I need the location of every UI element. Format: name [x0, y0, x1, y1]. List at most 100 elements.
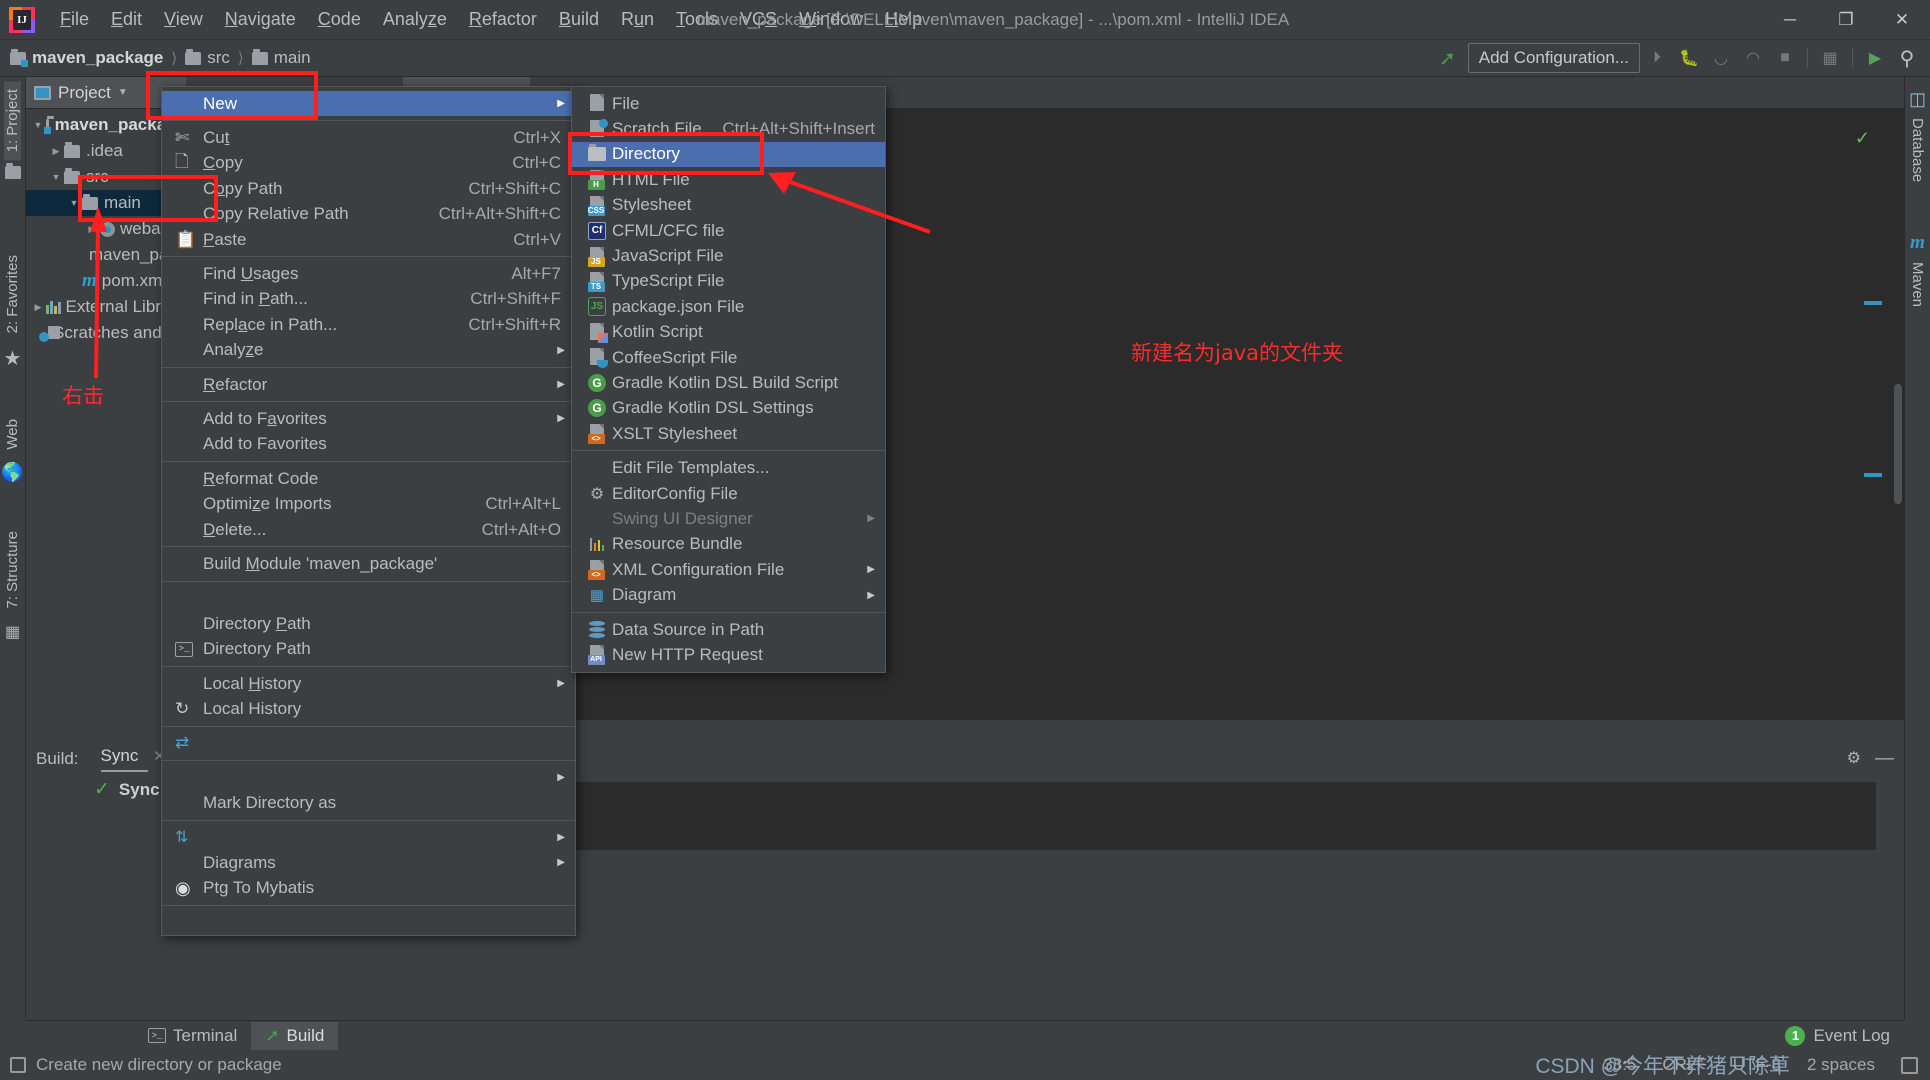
menu-item-find-usages[interactable]: Find Usages Alt+F7: [162, 261, 575, 286]
menu-code[interactable]: Code: [307, 7, 372, 32]
submenu-item-gradle-kotlin-dsl-settings[interactable]: G Gradle Kotlin DSL Settings: [572, 396, 885, 421]
breadcrumb-item-module[interactable]: maven_package: [10, 48, 163, 68]
tab-build[interactable]: ➚ Build: [251, 1021, 339, 1050]
menu-item-create-gist[interactable]: ◉ Ptg To Mybatis: [162, 876, 575, 901]
collapse-arrow-icon[interactable]: ▶: [84, 224, 100, 235]
menu-analyze[interactable]: Analyze: [372, 7, 458, 32]
sidebar-item-database[interactable]: Database: [1909, 110, 1926, 190]
menu-build[interactable]: Build: [548, 7, 610, 32]
menu-item-copy-relative-path[interactable]: Copy Relative Path Ctrl+Alt+Shift+C: [162, 202, 575, 227]
menu-item-paste[interactable]: 📋 Paste Ctrl+V: [162, 227, 575, 252]
gear-icon[interactable]: ⚙: [1847, 748, 1861, 770]
indent-setting[interactable]: 2 spaces: [1807, 1055, 1875, 1075]
expand-arrow-icon[interactable]: ▼: [48, 172, 64, 182]
sidebar-item-favorites[interactable]: 2: Favorites: [4, 247, 21, 341]
search-everywhere-icon[interactable]: ⚲: [1892, 44, 1922, 72]
submenu-item-cfml-cfc-file[interactable]: Cf CFML/CFC file: [572, 218, 885, 243]
chevron-down-icon[interactable]: ▼: [118, 87, 128, 98]
build-hammer-icon[interactable]: ➚: [1429, 46, 1466, 71]
expand-arrow-icon[interactable]: ▼: [66, 198, 82, 208]
stop-icon[interactable]: ■: [1770, 44, 1800, 72]
menu-item-cut[interactable]: ✄ Cut Ctrl+X: [162, 125, 575, 150]
menu-view[interactable]: View: [153, 7, 214, 32]
write-mode-icon[interactable]: [1901, 1056, 1918, 1074]
submenu-item-file[interactable]: File: [572, 91, 885, 116]
run-anything-icon[interactable]: ▶: [1860, 44, 1890, 72]
add-configuration-button[interactable]: Add Configuration...: [1467, 43, 1640, 73]
sidebar-item-structure[interactable]: 7: Structure: [4, 523, 21, 617]
submenu-item-gradle-kotlin-dsl-build-script[interactable]: G Gradle Kotlin DSL Build Script: [572, 370, 885, 395]
menu-item-directory-path[interactable]: Directory Path: [162, 611, 575, 636]
menu-item-reformat-code[interactable]: Reformat Code: [162, 466, 575, 491]
menu-item-build-module[interactable]: Build Module 'maven_package': [162, 551, 575, 576]
submenu-item-typescript-file[interactable]: TS TypeScript File: [572, 269, 885, 294]
submenu-item-diagram[interactable]: ▦ Diagram ▶: [572, 582, 885, 607]
menu-item-synchronize-main[interactable]: ↻ Local History: [162, 696, 575, 721]
menu-item-analyze[interactable]: Analyze ▶: [162, 338, 575, 363]
kotlin-script-icon: [582, 322, 612, 343]
editor-scrollbar[interactable]: [1894, 384, 1902, 504]
menu-item-delete[interactable]: Delete... Ctrl+Alt+O: [162, 517, 575, 542]
tab-terminal[interactable]: >_ Terminal: [134, 1022, 251, 1050]
menu-item-add-to-favorites[interactable]: Add to Favorites ▶: [162, 406, 575, 431]
collapse-arrow-icon[interactable]: ▶: [30, 302, 46, 313]
submenu-item-directory[interactable]: Directory: [572, 141, 885, 168]
menu-item-copy-path[interactable]: Copy Path Ctrl+Shift+C: [162, 176, 575, 201]
menu-item-open-in-terminal[interactable]: >_ Directory Path: [162, 636, 575, 661]
collapse-arrow-icon[interactable]: ▶: [48, 146, 64, 157]
minimize-icon[interactable]: —: [1875, 748, 1894, 770]
menu-item-refactor[interactable]: Refactor ▶: [162, 372, 575, 397]
run-icon[interactable]: ⏵: [1642, 44, 1672, 72]
submenu-item-kotlin-script[interactable]: Kotlin Script: [572, 320, 885, 345]
submenu-item-coffeescript-file[interactable]: CoffeeScript File: [572, 345, 885, 370]
folder-icon: [582, 144, 612, 162]
diagram-icon: ▦: [589, 587, 605, 605]
submenu-item-xml-configuration-file[interactable]: <> XML Configuration File ▶: [572, 557, 885, 582]
debug-icon[interactable]: 🐛: [1674, 44, 1704, 72]
menu-item-copy[interactable]: 🗋 Copy Ctrl+C: [162, 151, 575, 176]
menu-item-compare-with[interactable]: ⇄: [162, 731, 575, 756]
event-log-button[interactable]: 1 Event Log: [1785, 1025, 1890, 1046]
menu-item-show-image-thumbnails[interactable]: Add to Favorites: [162, 432, 575, 457]
menu-refactor[interactable]: Refactor: [458, 7, 548, 32]
menu-item-diagrams[interactable]: ⇅ ▶: [162, 825, 575, 850]
menu-navigate[interactable]: Navigate: [214, 7, 307, 32]
submenu-item-edit-file-templates[interactable]: Edit File Templates...: [572, 455, 885, 480]
submenu-item-scratch-file[interactable]: Scratch File Ctrl+Alt+Shift+Insert: [572, 116, 885, 141]
menu-item-local-history[interactable]: Local History ▶: [162, 671, 575, 696]
submenu-item-xslt-stylesheet[interactable]: <> XSLT Stylesheet: [572, 421, 885, 446]
menu-edit[interactable]: Edit: [100, 7, 153, 32]
watermark: CSDN @今年不养猪只除草: [1535, 1055, 1790, 1078]
submenu-item-package-json-file[interactable]: JS package.json File: [572, 294, 885, 319]
breadcrumb-item-src[interactable]: src: [185, 48, 230, 68]
submenu-item-new-http-request[interactable]: API New HTTP Request: [572, 642, 885, 667]
build-tab-sync[interactable]: Sync ✕: [100, 746, 166, 772]
run-with-coverage-icon[interactable]: ◡: [1706, 44, 1736, 72]
project-structure-icon[interactable]: ▦: [1815, 44, 1845, 72]
menu-file[interactable]: File: [49, 7, 100, 32]
menu-item-remove-bom[interactable]: Mark Directory as: [162, 790, 575, 815]
sidebar-item-project[interactable]: 1: Project: [4, 81, 21, 161]
menu-item-find-in-path[interactable]: Find in Path... Ctrl+Shift+F: [162, 287, 575, 312]
submenu-item-editorconfig-file[interactable]: ⚙ EditorConfig File: [572, 481, 885, 506]
submenu-item-javascript-file[interactable]: JS JavaScript File: [572, 243, 885, 268]
menu-item-replace-in-path[interactable]: Replace in Path... Ctrl+Shift+R: [162, 312, 575, 337]
menu-item-show-in-explorer[interactable]: [162, 586, 575, 611]
profiler-icon[interactable]: ◠: [1738, 44, 1768, 72]
breadcrumb-item-main[interactable]: main: [251, 48, 311, 68]
maximize-restore-button[interactable]: ❐: [1818, 0, 1874, 40]
submenu-item-html-file[interactable]: H HTML File: [572, 167, 885, 192]
menu-item-mark-directory-as[interactable]: ▶: [162, 765, 575, 790]
menu-run[interactable]: Run: [610, 7, 665, 32]
menu-item-optimize-imports[interactable]: Optimize Imports Ctrl+Alt+L: [162, 491, 575, 516]
sidebar-item-web[interactable]: Web: [4, 411, 21, 458]
sidebar-item-maven[interactable]: Maven: [1909, 254, 1926, 315]
menu-item-new[interactable]: New ▶: [162, 91, 575, 117]
submenu-item-stylesheet[interactable]: CSS Stylesheet: [572, 193, 885, 218]
menu-item-convert-java-to-kotlin[interactable]: [162, 910, 575, 935]
menu-item-ptg-to-mybatis[interactable]: Diagrams ▶: [162, 850, 575, 875]
submenu-item-resource-bundle[interactable]: Resource Bundle: [572, 532, 885, 557]
minimize-button[interactable]: ─: [1762, 0, 1818, 40]
close-button[interactable]: ✕: [1874, 0, 1930, 40]
submenu-item-data-source-in-path[interactable]: Data Source in Path: [572, 617, 885, 642]
